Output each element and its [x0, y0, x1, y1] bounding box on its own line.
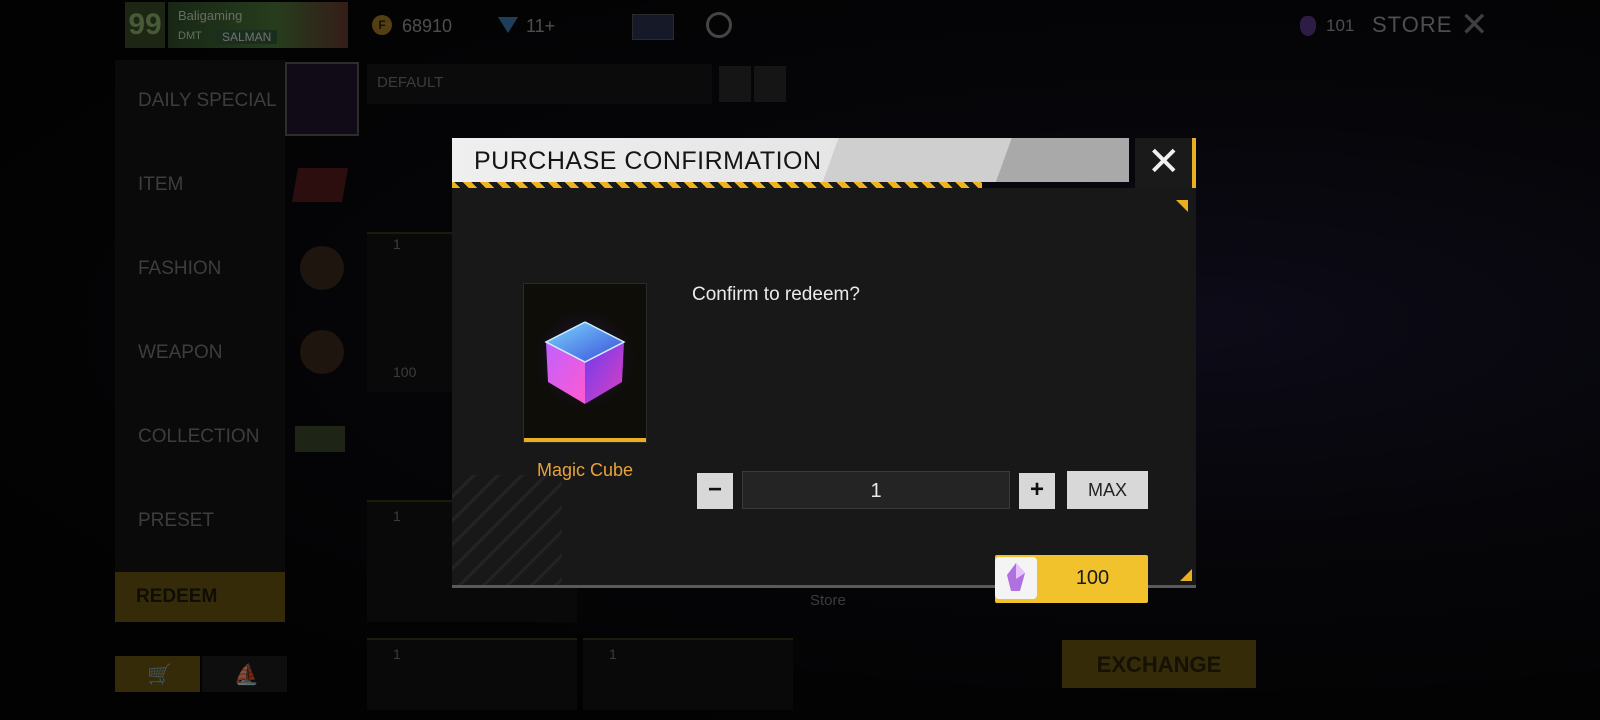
gem-balance: 101 — [1326, 16, 1355, 35]
tile-count: 1 — [393, 236, 401, 252]
store-tile[interactable]: 1 — [367, 638, 577, 710]
sidebar: DAILY SPECIAL ITEM FASHION WEAPON COLLEC… — [115, 60, 359, 622]
dialog-body: Magic Cube Confirm to redeem? − 1 + MAX … — [452, 188, 1196, 603]
close-icon: ✕ — [1147, 140, 1181, 184]
item-category-icon — [292, 168, 348, 202]
corner-decoration — [1180, 569, 1192, 581]
coin-balance: 68910 — [402, 16, 453, 36]
filter-default-label: DEFAULT — [377, 74, 444, 91]
close-store-icon[interactable]: ✕ — [1460, 8, 1489, 42]
gem-icon — [1300, 16, 1316, 36]
quantity-value: 1 — [870, 480, 882, 502]
sidebar-item-redeem[interactable]: REDEEM — [115, 572, 285, 622]
clock-icon[interactable] — [706, 12, 732, 38]
weapon-category-icon — [300, 330, 344, 374]
item-name: Magic Cube — [536, 460, 634, 480]
player-banner[interactable]: Baligaming DMT SALMAN — [168, 2, 348, 48]
collection-category-icon — [295, 426, 345, 452]
dialog-header: PURCHASE CONFIRMATION — [452, 138, 1129, 182]
magic-cube-thumb-icon — [285, 62, 359, 136]
tile-count: 1 — [393, 508, 401, 524]
dialog-title: PURCHASE CONFIRMATION — [474, 147, 822, 175]
top-bar: 99 Baligaming DMT SALMAN F 68910 11+ 101… — [120, 0, 1520, 52]
card-icon[interactable] — [632, 14, 674, 40]
confirm-prompt: Confirm to redeem? — [692, 284, 860, 305]
sidebar-item-fashion[interactable]: FASHION — [138, 258, 221, 280]
tile-price: 100 — [393, 364, 417, 380]
tile-count: 1 — [609, 646, 617, 662]
store-label: Store — [810, 592, 846, 609]
store-tile[interactable]: 1 — [583, 638, 793, 710]
redeem-label: REDEEM — [136, 586, 218, 607]
quantity-increase-button[interactable]: + — [1019, 473, 1055, 509]
tile-count: 1 — [393, 646, 401, 662]
fashion-category-icon — [300, 246, 344, 290]
sort-order-button[interactable] — [754, 66, 786, 102]
quantity-decrease-button[interactable]: − — [697, 473, 733, 509]
corner-decoration — [1176, 200, 1188, 212]
exchange-label: EXCHANGE — [1096, 652, 1222, 677]
sort-dropdown-button[interactable] — [719, 66, 751, 102]
sidebar-item-item[interactable]: ITEM — [138, 174, 183, 196]
item-image-frame — [523, 283, 647, 443]
sidebar-item-daily-special[interactable]: DAILY SPECIAL — [138, 90, 277, 112]
purchase-confirmation-dialog: PURCHASE CONFIRMATION ✕ Magic Cube Confi… — [452, 138, 1196, 603]
cart-icon: 🛒 — [147, 664, 172, 686]
redeem-confirm-button[interactable]: 100 — [995, 555, 1148, 603]
sidebar-item-weapon[interactable]: WEAPON — [138, 342, 222, 364]
gold-coin-icon: F — [372, 15, 392, 35]
sidebar-item-preset[interactable]: PRESET — [138, 510, 214, 532]
diagonal-decoration — [452, 475, 562, 585]
player-level: 99 — [125, 2, 165, 48]
exchange-button[interactable]: EXCHANGE — [1062, 640, 1256, 688]
token-icon-box — [995, 557, 1037, 599]
purple-token-icon — [1007, 563, 1025, 591]
redeem-price: 100 — [1075, 567, 1110, 589]
player-name: Baligaming — [178, 8, 243, 23]
filter-bar[interactable]: DEFAULT — [367, 64, 786, 104]
guild-tag: DMT — [178, 30, 202, 42]
close-button[interactable]: ✕ — [1135, 138, 1196, 188]
header-accent — [812, 138, 1129, 182]
rarity-bar — [524, 438, 646, 442]
diamond-balance[interactable]: 11+ — [526, 16, 555, 37]
cart-tab[interactable]: 🛒 — [115, 656, 200, 692]
sidebar-item-collection[interactable]: COLLECTION — [138, 426, 259, 448]
quantity-field[interactable]: 1 — [742, 471, 1010, 509]
magic-cube-icon — [527, 301, 643, 417]
boat-tab[interactable]: ⛵ — [202, 656, 287, 692]
guild-name: SALMAN — [216, 30, 278, 44]
diamond-icon — [498, 17, 518, 33]
quantity-max-button[interactable]: MAX — [1067, 471, 1148, 509]
store-title: STORE — [1372, 12, 1453, 37]
boat-icon: ⛵ — [234, 664, 259, 686]
